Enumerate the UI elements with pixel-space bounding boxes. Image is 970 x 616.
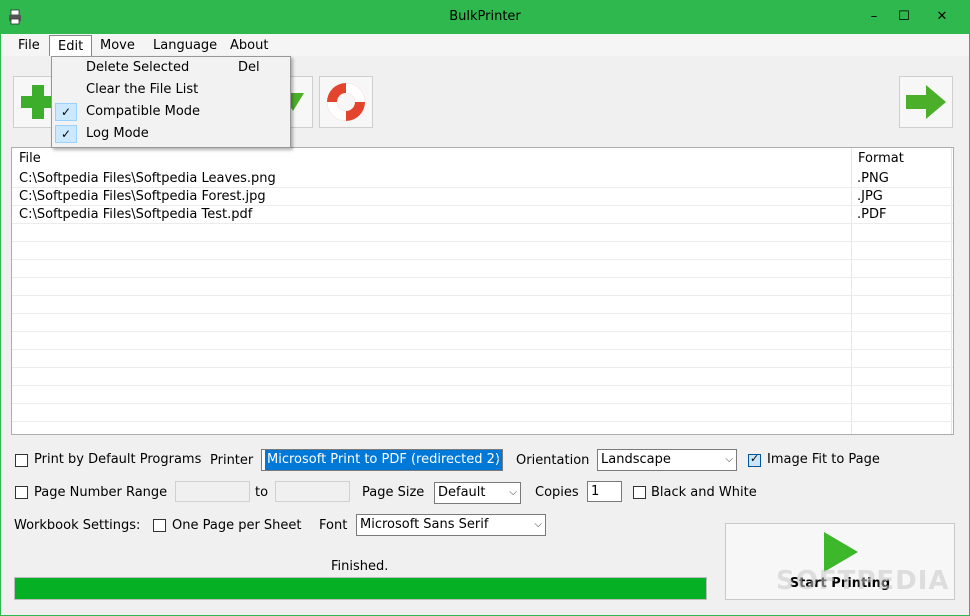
- empty-row: [12, 260, 953, 278]
- menu-item-log-mode[interactable]: ✓ Log Mode: [52, 123, 290, 145]
- empty-row: [12, 278, 953, 296]
- page-size-value: Default: [438, 485, 486, 500]
- table-row[interactable]: C:\Softpedia Files\Softpedia Test.pdf .P…: [12, 206, 953, 224]
- page-range-checkbox[interactable]: [15, 486, 28, 499]
- file-format: .PNG: [857, 171, 889, 186]
- help-icon: [327, 83, 365, 121]
- menu-item-delete-selected[interactable]: Delete Selected Del: [52, 57, 290, 79]
- printer-select[interactable]: Microsoft Print to PDF (redirected 2) ⌵: [261, 449, 503, 471]
- title-bar: BulkPrinter – ☐ ✕: [0, 0, 970, 34]
- menu-bar: File Edit Move Language About: [1, 34, 969, 56]
- window-title: BulkPrinter: [449, 9, 521, 24]
- page-size-label: Page Size: [362, 485, 425, 500]
- menu-edit[interactable]: Edit: [49, 35, 93, 56]
- black-white-checkbox[interactable]: [633, 486, 646, 499]
- client-area: File Edit Move Language About File Forma…: [1, 34, 969, 615]
- printer-label: Printer: [210, 453, 254, 468]
- one-page-checkbox[interactable]: [153, 519, 166, 532]
- column-header-format[interactable]: Format: [851, 148, 904, 170]
- menu-file[interactable]: File: [10, 35, 48, 56]
- close-button[interactable]: ✕: [927, 6, 957, 28]
- shortcut-label: Del: [238, 60, 260, 75]
- empty-row: [12, 242, 953, 260]
- checkmark-icon: ✓: [55, 125, 77, 143]
- table-row[interactable]: C:\Softpedia Files\Softpedia Leaves.png …: [12, 170, 953, 188]
- watermark: SOFTPEDIA: [776, 566, 950, 596]
- maximize-button[interactable]: ☐: [889, 6, 919, 28]
- copies-label: Copies: [535, 485, 579, 500]
- orientation-value: Landscape: [601, 452, 671, 467]
- file-path: C:\Softpedia Files\Softpedia Test.pdf: [19, 207, 253, 222]
- file-path: C:\Softpedia Files\Softpedia Leaves.png: [19, 171, 276, 186]
- next-button[interactable]: [899, 76, 953, 128]
- chevron-down-icon: ⌵: [534, 519, 542, 530]
- to-label: to: [255, 485, 269, 500]
- column-header-file[interactable]: File: [12, 148, 41, 170]
- empty-row: [12, 332, 953, 350]
- copies-input[interactable]: 1: [587, 481, 622, 502]
- file-format: .JPG: [857, 189, 883, 204]
- printer-value: Microsoft Print to PDF (redirected 2): [265, 450, 502, 470]
- file-list[interactable]: File Format C:\Softpedia Files\Softpedia…: [11, 147, 954, 435]
- chevron-down-icon: ⌵: [509, 487, 517, 498]
- image-fit-label: Image Fit to Page: [767, 452, 880, 467]
- table-row[interactable]: C:\Softpedia Files\Softpedia Forest.jpg …: [12, 188, 953, 206]
- help-button[interactable]: [319, 76, 373, 128]
- empty-row: [12, 368, 953, 386]
- page-range-to-input[interactable]: [275, 481, 350, 502]
- empty-row: [12, 296, 953, 314]
- empty-row: [12, 224, 953, 242]
- orientation-label: Orientation: [516, 453, 590, 468]
- print-default-checkbox[interactable]: [15, 454, 28, 467]
- one-page-label: One Page per Sheet: [172, 518, 302, 533]
- progress-fill: [15, 578, 706, 599]
- menu-item-clear-file-list[interactable]: Clear the File List: [52, 79, 290, 101]
- font-select[interactable]: Microsoft Sans Serif ⌵: [356, 514, 546, 536]
- font-value: Microsoft Sans Serif: [360, 517, 489, 532]
- orientation-select[interactable]: Landscape ⌵: [597, 449, 737, 471]
- minimize-button[interactable]: –: [859, 6, 889, 28]
- chevron-down-icon: ⌵: [491, 454, 499, 465]
- progress-bar: [14, 577, 707, 600]
- empty-row: [12, 404, 953, 422]
- page-range-from-input[interactable]: [175, 481, 250, 502]
- status-text: Finished.: [331, 559, 389, 574]
- empty-row: [12, 350, 953, 368]
- chevron-down-icon: ⌵: [725, 454, 733, 465]
- menu-about[interactable]: About: [222, 35, 276, 56]
- next-icon: [906, 85, 946, 119]
- empty-row: [12, 386, 953, 404]
- page-range-label: Page Number Range: [34, 485, 168, 500]
- menu-item-compatible-mode[interactable]: ✓ Compatible Mode: [52, 101, 290, 123]
- workbook-settings-label: Workbook Settings:: [14, 518, 141, 533]
- image-fit-checkbox[interactable]: [748, 452, 761, 467]
- page-size-select[interactable]: Default ⌵: [434, 482, 521, 504]
- black-white-label: Black and White: [651, 485, 757, 500]
- menu-language[interactable]: Language: [145, 35, 225, 56]
- edit-menu-dropdown: Delete Selected Del Clear the File List …: [51, 56, 291, 148]
- menu-move[interactable]: Move: [92, 35, 143, 56]
- font-label: Font: [319, 518, 348, 533]
- empty-row: [12, 314, 953, 332]
- checkmark-icon: ✓: [55, 103, 77, 121]
- file-format: .PDF: [857, 207, 887, 222]
- print-default-label: Print by Default Programs: [34, 452, 202, 467]
- file-path: C:\Softpedia Files\Softpedia Forest.jpg: [19, 189, 266, 204]
